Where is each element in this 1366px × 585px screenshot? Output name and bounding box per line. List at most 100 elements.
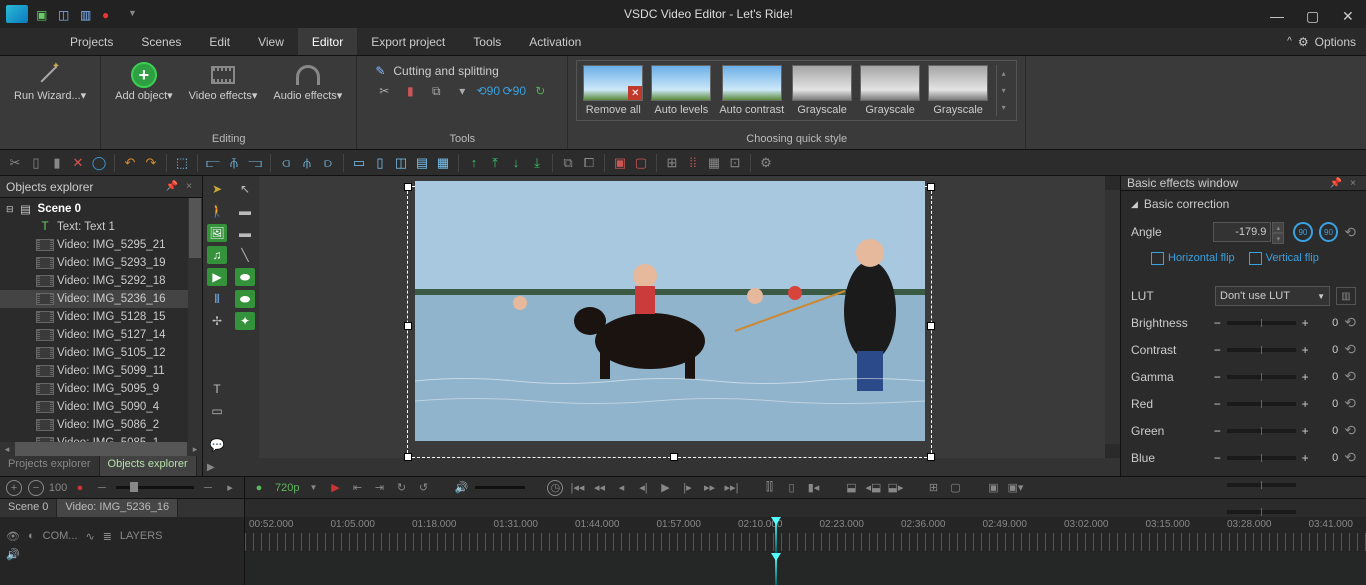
style-auto-levels[interactable]: Auto levels <box>651 65 711 116</box>
close-button[interactable]: ✕ <box>1342 8 1354 20</box>
distribute-h-icon[interactable]: ▭ <box>350 154 368 172</box>
cut-icon[interactable]: ✂ <box>6 154 24 172</box>
step-back-icon[interactable]: ◂ <box>613 480 629 496</box>
tree-item[interactable]: Video: IMG_5292_18 <box>0 272 202 290</box>
hflip-label[interactable]: Horizontal flip <box>1168 252 1235 264</box>
hflip-checkbox[interactable] <box>1151 252 1164 265</box>
vflip-label[interactable]: Vertical flip <box>1266 252 1319 264</box>
grid-icon[interactable]: ⊞ <box>663 154 681 172</box>
bring-front-icon[interactable]: ⤒ <box>486 154 504 172</box>
tree-item[interactable]: Video: IMG_5086_2 <box>0 416 202 434</box>
tree-item[interactable]: Video: IMG_5128_15 <box>0 308 202 326</box>
reset-icon[interactable]: ⟲ <box>1344 341 1356 358</box>
add-object-button[interactable]: + Add object▾ <box>109 60 179 104</box>
lut-select[interactable]: Don't use LUT▼ <box>1215 286 1330 306</box>
clock-icon[interactable]: ◷ <box>547 480 563 496</box>
match-size-icon[interactable]: ▦ <box>434 154 452 172</box>
comment-tool-icon[interactable]: 💬 <box>207 436 227 454</box>
clip-tool2-icon[interactable]: ▣▾ <box>1007 480 1023 496</box>
loop-icon[interactable]: ↻ <box>393 480 409 496</box>
red-slider[interactable] <box>1227 402 1296 406</box>
zoom-out-button[interactable]: − <box>28 480 44 496</box>
tree-item-selected[interactable]: Video: IMG_5236_16 <box>0 290 202 308</box>
align-left-icon[interactable]: ⫍ <box>204 154 222 172</box>
match-width-icon[interactable]: ◫ <box>392 154 410 172</box>
maximize-button[interactable]: ▢ <box>1306 8 1318 20</box>
vflip-checkbox[interactable] <box>1249 252 1262 265</box>
qa-dropdown-icon[interactable]: ▼ <box>128 8 137 20</box>
loop-off-icon[interactable]: ↺ <box>415 480 431 496</box>
person-tool-icon[interactable]: 🚶 <box>207 202 227 220</box>
pin-icon[interactable]: 📌 <box>1330 178 1342 189</box>
reset-icon[interactable]: ⟲ <box>1344 449 1356 466</box>
panel-close-icon[interactable]: × <box>186 181 192 192</box>
tool-x-icon[interactable]: ▢ <box>947 480 963 496</box>
preview-canvas[interactable] <box>259 176 1105 458</box>
clip-tool-icon[interactable]: ▣ <box>985 480 1001 496</box>
rotate90-l-icon[interactable]: ⟲90 <box>479 82 497 100</box>
rect-fill-icon[interactable]: ▬ <box>235 224 255 242</box>
tab-editor[interactable]: Editor <box>298 28 357 55</box>
track-com[interactable]: COM... <box>43 530 78 542</box>
next-icon[interactable]: ▸▸ <box>701 480 717 496</box>
marker-next-icon[interactable]: ⬓▸ <box>887 480 903 496</box>
saturation-slider[interactable] <box>1227 510 1296 514</box>
tree-item[interactable]: Video: IMG_5293_19 <box>0 254 202 272</box>
cutting-splitting-button[interactable]: ✎ Cutting and splitting <box>375 64 549 78</box>
send-backward-icon[interactable]: ↓ <box>507 154 525 172</box>
paste-icon[interactable]: ▮ <box>48 154 66 172</box>
ellipse-fill-icon[interactable]: ⬬ <box>235 290 255 308</box>
panel-close-icon[interactable]: × <box>1350 178 1356 189</box>
blend-icon[interactable]: ◐ <box>28 530 35 542</box>
options-label[interactable]: Options <box>1315 35 1356 49</box>
crumb-clip[interactable]: Video: IMG_5236_16 <box>57 499 178 517</box>
lut-browse-button[interactable]: ▥ <box>1336 287 1356 305</box>
go-start-icon[interactable]: |◂◂ <box>569 480 585 496</box>
select-bounds-icon[interactable]: ⬚ <box>173 154 191 172</box>
rotate-ccw-button[interactable]: 90 <box>1293 222 1313 242</box>
tab-edit[interactable]: Edit <box>195 28 244 55</box>
delete-icon[interactable]: ✕ <box>69 154 87 172</box>
tree-item[interactable]: Video: IMG_5085_1 <box>0 434 202 442</box>
split-icon[interactable]: ⫿⫿ <box>761 480 777 496</box>
tree-item[interactable]: Video: IMG_5090_4 <box>0 398 202 416</box>
m1-icon[interactable]: ─ <box>94 480 110 496</box>
style-remove-all[interactable]: Remove all <box>583 65 643 116</box>
audio-effects-button[interactable]: Audio effects▾ <box>267 60 348 104</box>
match-height-icon[interactable]: ▤ <box>413 154 431 172</box>
crumb-scene[interactable]: Scene 0 <box>0 499 57 517</box>
style-grayscale-2[interactable]: Grayscale <box>860 65 920 116</box>
eq-tool-icon[interactable]: ⦀ <box>207 290 227 308</box>
style-auto-contrast[interactable]: Auto contrast <box>719 65 784 116</box>
qa-record-icon[interactable]: ● <box>102 8 114 20</box>
reset-icon[interactable]: ⟲ <box>1344 395 1356 412</box>
qa-icon-3[interactable]: ▥ <box>80 8 92 20</box>
tab-tools[interactable]: Tools <box>459 28 515 55</box>
cut-icon[interactable]: ✂ <box>375 82 393 100</box>
rec-icon[interactable]: ▶ <box>327 480 343 496</box>
step-fwd1-icon[interactable]: |▸ <box>679 480 695 496</box>
marker-prev-icon[interactable]: ◂⬓ <box>865 480 881 496</box>
tree-item[interactable]: Video: IMG_5095_9 <box>0 380 202 398</box>
layers-label[interactable]: LAYERS <box>120 530 163 542</box>
tree-scene[interactable]: ⊟ ▤ Scene 0 <box>0 200 202 218</box>
image-tool-icon[interactable]: 🖼 <box>207 224 227 242</box>
m2-icon[interactable]: ─ <box>200 480 216 496</box>
pin-icon[interactable]: 📌 <box>166 181 178 192</box>
tree-item[interactable]: Video: IMG_5105_12 <box>0 344 202 362</box>
time-ruler[interactable]: 00:52.00001:05.00001:18.00001:31.00001:4… <box>245 517 1366 553</box>
circle-tool-icon[interactable]: ◯ <box>90 154 108 172</box>
tree-item[interactable]: TText: Text 1 <box>0 218 202 236</box>
collapse-icon[interactable]: ⊟ <box>6 204 14 215</box>
eye-icon[interactable]: 👁 <box>6 530 20 543</box>
tree-scrollbar[interactable] <box>188 198 202 442</box>
in-point-icon[interactable]: ⇤ <box>349 480 365 496</box>
tab-activation[interactable]: Activation <box>515 28 595 55</box>
play-button[interactable]: ▶ <box>657 480 673 496</box>
timeline-tracks[interactable] <box>245 553 1366 585</box>
tree-item[interactable]: Video: IMG_5295_21 <box>0 236 202 254</box>
tab-scenes[interactable]: Scenes <box>127 28 195 55</box>
blue-slider[interactable] <box>1227 456 1296 460</box>
ellipse-shape-icon[interactable]: ⬬ <box>235 268 255 286</box>
align-right-icon[interactable]: ⫎ <box>246 154 264 172</box>
